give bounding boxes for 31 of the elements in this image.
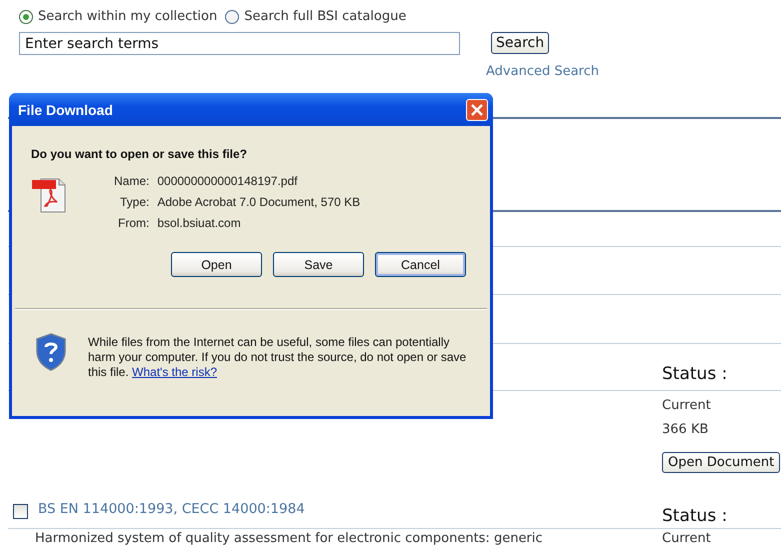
status-value: Current: [662, 531, 712, 546]
dialog-button[interactable]: Cancel: [375, 252, 466, 277]
dialog-question: Do you want to open or save this file?: [30, 146, 248, 161]
status-value: Current: [662, 398, 711, 413]
result-title-link[interactable]: BS EN 114000:1993, CECC 14000:1984: [38, 501, 305, 517]
dialog-button[interactable]: Save: [273, 252, 364, 277]
warning-text: While files from the Internet can be useful, some files can potentially harm your computer. If you do not trust the source, do not open or save this file. What's the risk?: [88, 335, 468, 380]
field-value: bsol.bsiuat.com: [157, 216, 242, 230]
search-field[interactable]: Enter search terms: [19, 32, 460, 55]
radio-label: Search within my collection: [38, 9, 218, 24]
dialog-title: File Download: [18, 102, 113, 118]
field-label: Type:: [118, 195, 150, 209]
result-description: Harmonized system of quality assessment for electronic components: generic: [35, 531, 543, 546]
dialog-button[interactable]: Open: [171, 252, 262, 277]
result-checkbox[interactable]: [13, 504, 28, 519]
status-label: Status :: [662, 364, 728, 384]
radio-label: Search full BSI catalogue: [244, 9, 406, 24]
radio-button[interactable]: [19, 10, 33, 24]
field-label: Name:: [114, 174, 150, 188]
file-size: 366 KB: [662, 422, 708, 437]
open-document-button[interactable]: Open Document: [662, 452, 780, 473]
risk-link[interactable]: What's the risk?: [132, 365, 217, 379]
field-value: Adobe Acrobat 7.0 Document, 570 KB: [157, 195, 360, 209]
advanced-search-link[interactable]: Advanced Search: [486, 64, 600, 79]
radio-button[interactable]: [225, 10, 240, 24]
status-label: Status :: [662, 506, 728, 526]
search-button[interactable]: Search: [491, 32, 550, 54]
close-icon[interactable]: [466, 98, 488, 120]
shield-question-icon: [34, 332, 68, 372]
field-value: 000000000000148197.pdf: [157, 174, 298, 188]
field-label: From:: [117, 216, 150, 230]
